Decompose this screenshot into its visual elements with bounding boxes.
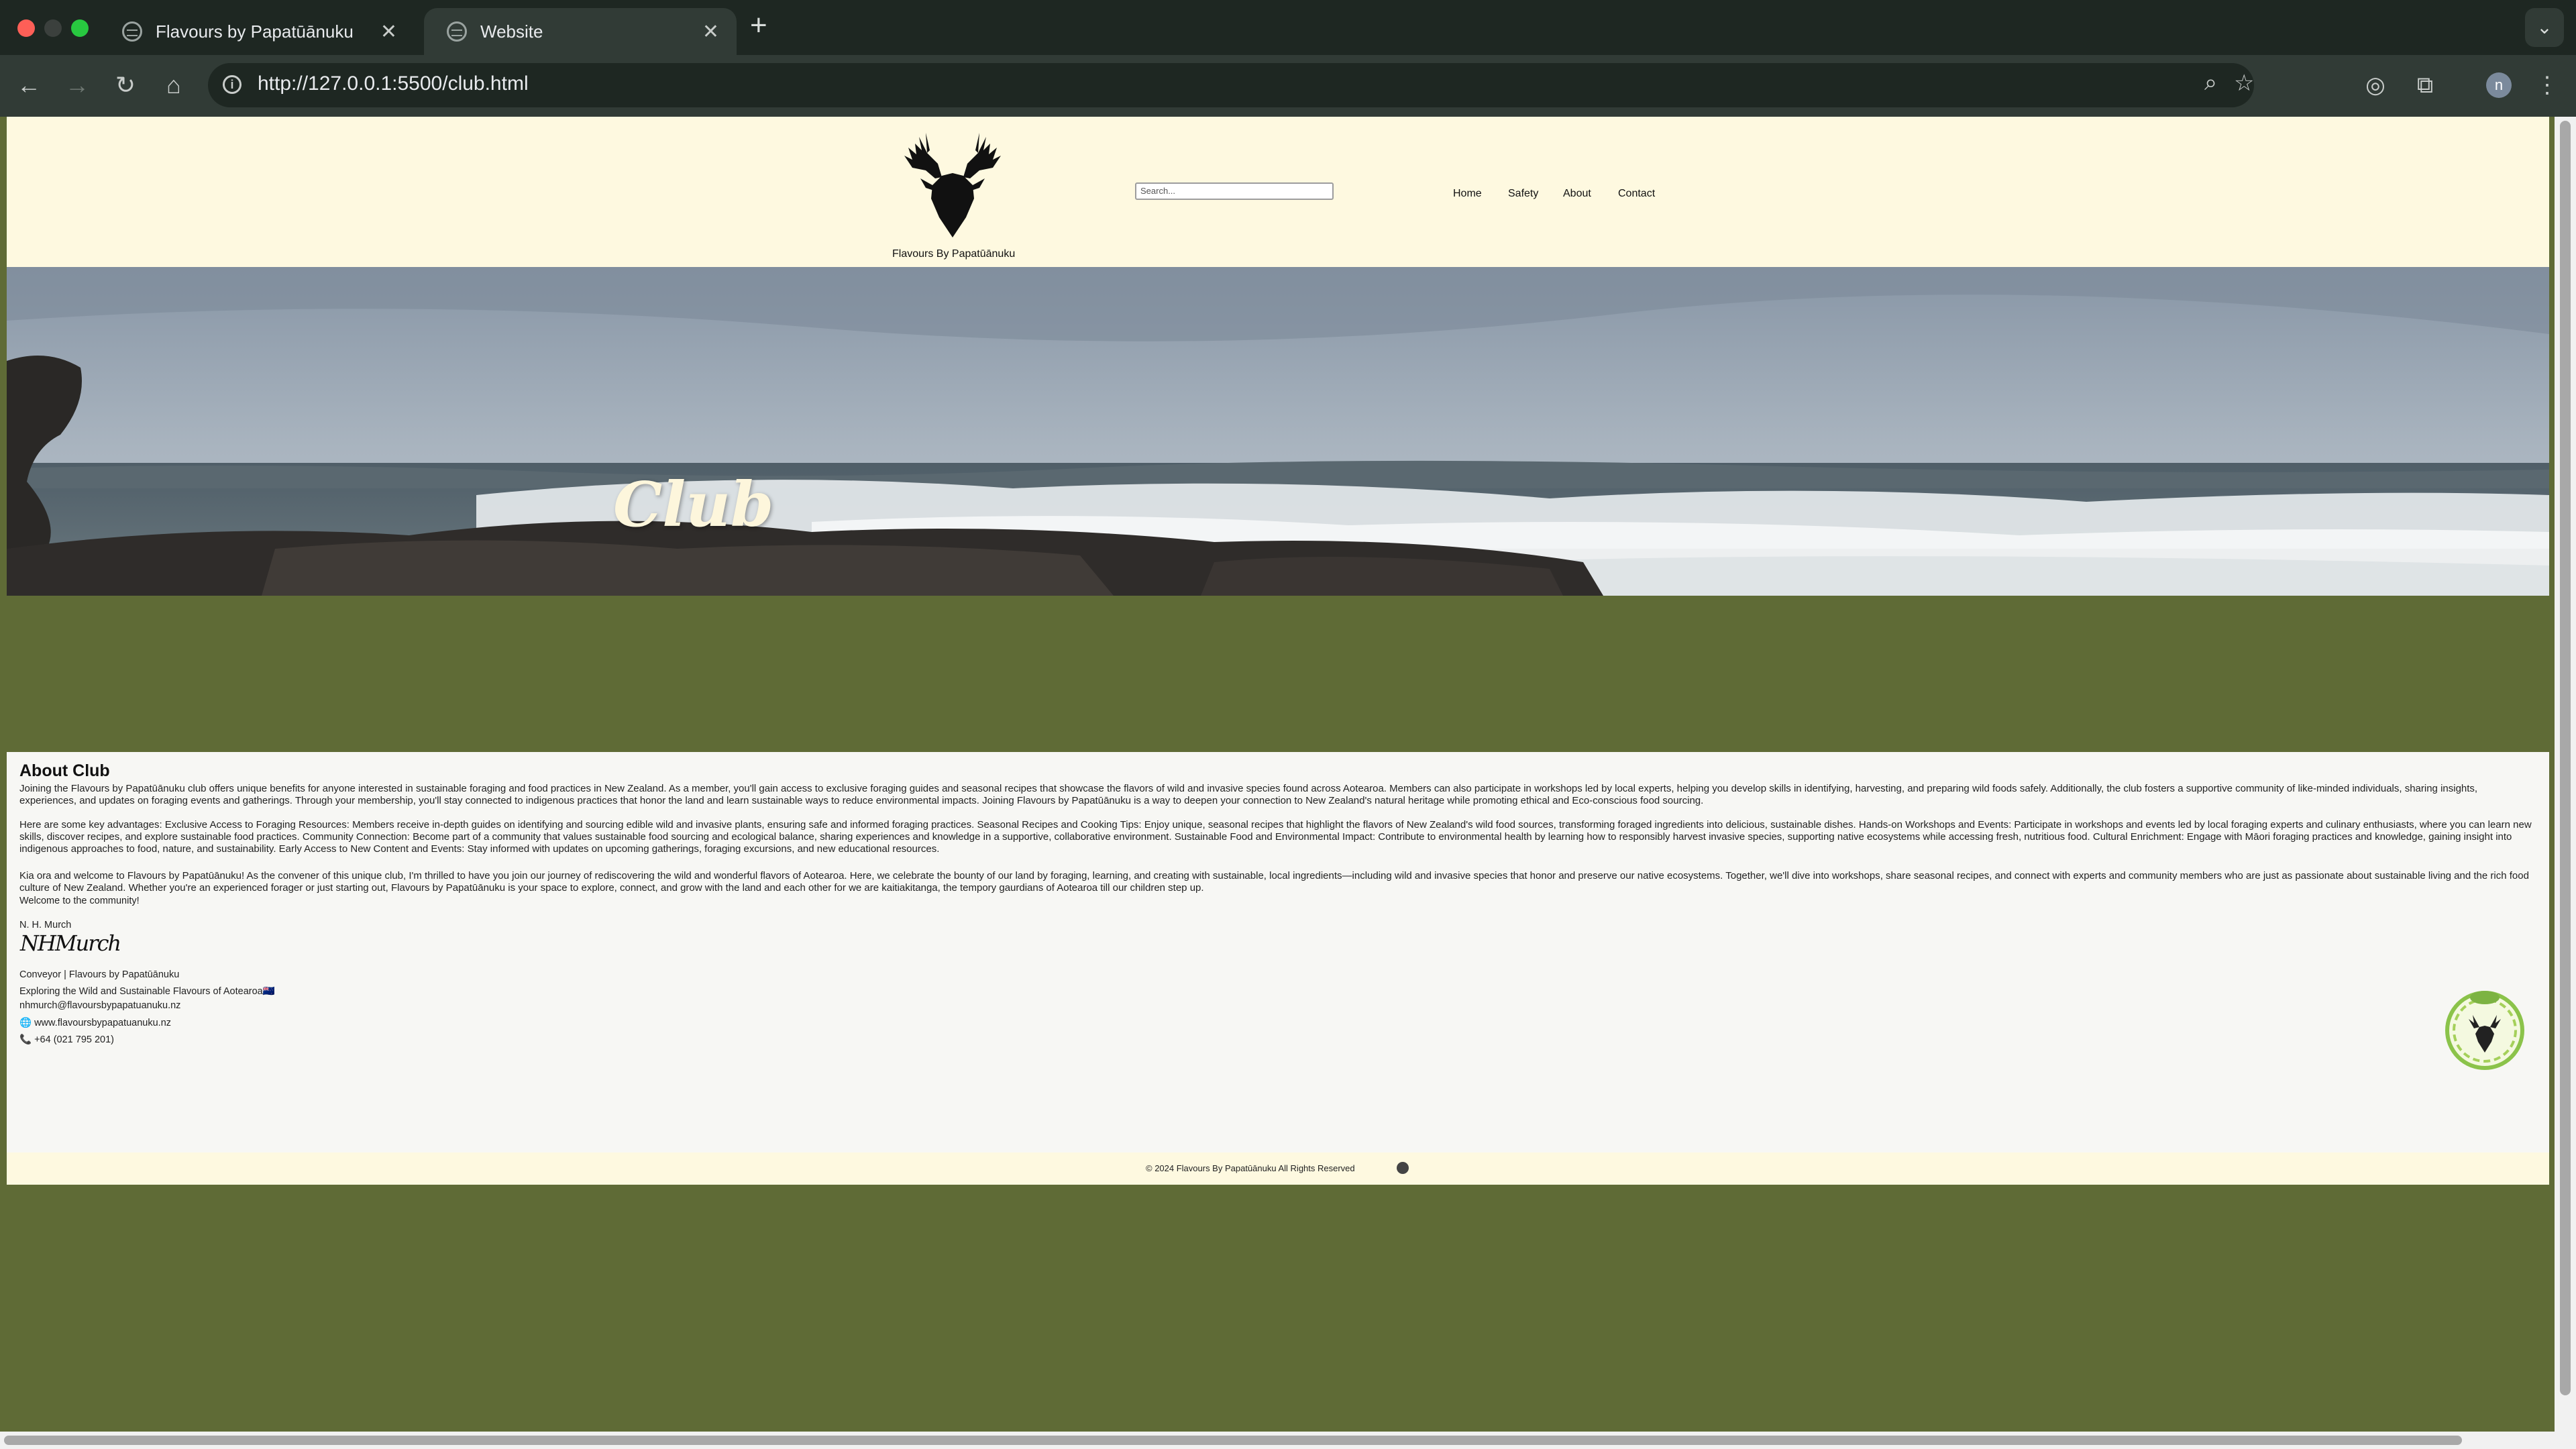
extensions-puzzle-icon[interactable]: ⧉ xyxy=(2408,68,2442,102)
coastal-seascape-image xyxy=(7,267,2549,596)
welcome-line: Welcome to the community! xyxy=(19,896,140,906)
url-text: http://127.0.0.1:5500/club.html xyxy=(258,72,529,95)
search-input[interactable]: Search... xyxy=(1135,182,1334,200)
site-info-icon[interactable]: i xyxy=(223,75,241,94)
site-header: Flavours By Papatūānuku Search... Home S… xyxy=(7,117,2549,267)
profile-avatar[interactable]: n xyxy=(2486,72,2512,98)
handwritten-signature: NHMurch xyxy=(20,930,121,956)
footer-icon xyxy=(1397,1162,1409,1174)
signer-name: N. H. Murch xyxy=(19,920,72,930)
hero-title: Club xyxy=(613,468,774,541)
tab-title: Flavours by Papatūānuku xyxy=(156,21,354,42)
minimize-window-button[interactable] xyxy=(44,19,62,37)
phone-number: 📞 +64 (021 795 201) xyxy=(19,1034,114,1045)
tab-title: Website xyxy=(480,21,543,42)
vertical-scrollbar-thumb[interactable] xyxy=(2560,121,2571,1395)
stag-badge-logo-icon xyxy=(2445,991,2524,1070)
new-tab-button[interactable]: + xyxy=(750,11,767,40)
home-icon[interactable]: ⌂ xyxy=(157,68,191,102)
stag-logo-icon[interactable] xyxy=(885,123,1020,244)
website-link[interactable]: 🌐 www.flavoursbypapatuanuku.nz xyxy=(19,1017,171,1028)
about-paragraph: Joining the Flavours by Papatūānuku club… xyxy=(19,783,2478,806)
nav-contact-link[interactable]: Contact xyxy=(1618,188,1655,200)
globe-icon xyxy=(447,21,467,42)
about-section: About Club Joining the Flavours by Papat… xyxy=(7,752,2549,1152)
forward-icon[interactable]: → xyxy=(60,68,94,102)
site-footer: © 2024 Flavours By Papatūānuku All Right… xyxy=(7,1152,2549,1185)
hero-banner: Club xyxy=(7,267,2549,596)
nav-home-link[interactable]: Home xyxy=(1453,188,1482,200)
tab-flavours[interactable]: Flavours by Papatūānuku ✕ xyxy=(99,8,415,55)
browser-menu-icon[interactable]: ⋮ xyxy=(2530,68,2564,102)
close-window-button[interactable] xyxy=(17,19,35,37)
browser-toolbar: ← → ↻ ⌂ i http://127.0.0.1:5500/club.htm… xyxy=(0,55,2576,117)
maximize-window-button[interactable] xyxy=(71,19,89,37)
grammarly-extension-icon[interactable]: ◎ xyxy=(2359,68,2392,102)
signer-role: Conveyor | Flavours by Papatūānuku xyxy=(19,969,180,980)
advantages-paragraph: Here are some key advantages: Exclusive … xyxy=(19,819,2532,855)
back-icon[interactable]: ← xyxy=(12,68,46,102)
tab-strip: Flavours by Papatūānuku ✕ Website ✕ + ⌄ xyxy=(0,0,2576,55)
tab-search-button[interactable]: ⌄ xyxy=(2525,8,2564,47)
tagline: Exploring the Wild and Sustainable Flavo… xyxy=(19,986,275,997)
globe-icon xyxy=(122,21,142,42)
brand-name: Flavours By Papatūānuku xyxy=(892,248,1016,260)
address-bar[interactable]: i http://127.0.0.1:5500/club.html ⌕ ☆ xyxy=(208,63,2254,107)
about-heading: About Club xyxy=(19,761,110,780)
horizontal-scrollbar-thumb[interactable] xyxy=(4,1436,2462,1445)
email-link[interactable]: nhmurch@flavoursbypapatuanuku.nz xyxy=(19,1000,180,1011)
nav-about-link[interactable]: About xyxy=(1563,188,1591,200)
close-tab-icon[interactable]: ✕ xyxy=(702,20,719,44)
nav-safety-link[interactable]: Safety xyxy=(1508,188,1538,200)
close-tab-icon[interactable]: ✕ xyxy=(380,20,397,44)
copyright-text: © 2024 Flavours By Papatūānuku All Right… xyxy=(1146,1163,1355,1173)
reload-icon[interactable]: ↻ xyxy=(109,68,142,102)
zoom-icon[interactable]: ⌕ xyxy=(2204,70,2217,96)
page-viewport: Flavours By Papatūānuku Search... Home S… xyxy=(7,117,2549,1432)
welcome-paragraph: Kia ora and welcome to Flavours by Papat… xyxy=(19,870,2529,894)
bookmark-star-icon[interactable]: ☆ xyxy=(2234,70,2254,97)
tab-website[interactable]: Website ✕ xyxy=(424,8,737,55)
